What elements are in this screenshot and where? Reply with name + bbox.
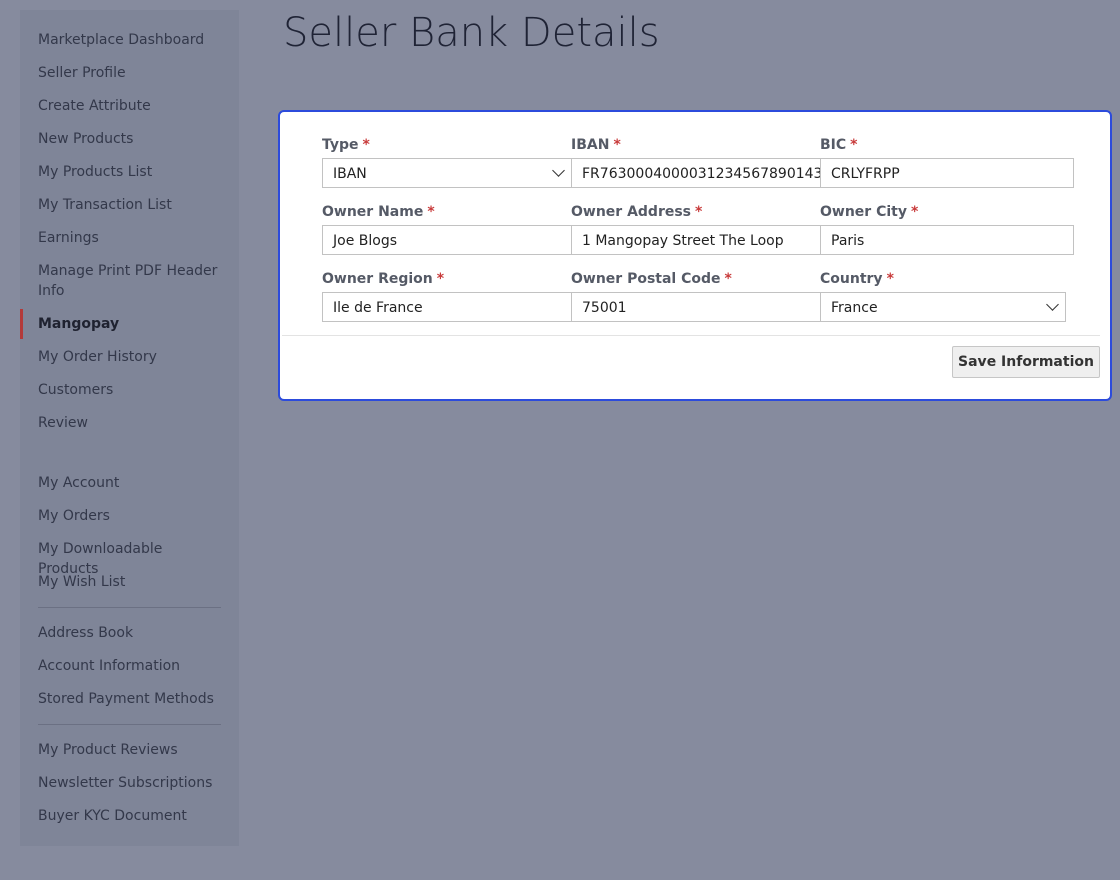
owner-postal-code-field: Owner Postal Code * 75001 [571,270,821,322]
owner-city-input[interactable]: Paris [820,225,1074,255]
sidebar-item-my-orders[interactable]: My Orders [38,506,223,526]
sidebar-item-mangopay[interactable]: Mangopay [38,314,223,334]
sidebar-item-create-attribute[interactable]: Create Attribute [38,96,223,116]
sidebar-item-my-order-history[interactable]: My Order History [38,347,223,367]
type-field: Type * IBAN [322,136,572,188]
sidebar-item-account-information[interactable]: Account Information [38,656,223,676]
owner-name-input[interactable]: Joe Blogs [322,225,572,255]
account-sidebar: Marketplace Dashboard Seller Profile Cre… [20,10,239,846]
sidebar-item-marketplace-dashboard[interactable]: Marketplace Dashboard [38,30,223,50]
sidebar-item-review[interactable]: Review [38,413,223,433]
type-select[interactable]: IBAN [322,158,572,188]
chevron-down-icon [552,164,565,177]
owner-city-label: Owner City * [820,204,919,220]
owner-postal-code-input[interactable]: 75001 [571,292,821,322]
country-field: Country * France [820,270,1066,322]
owner-name-label: Owner Name * [322,204,435,220]
sidebar-item-buyer-kyc-document[interactable]: Buyer KYC Document [38,806,223,826]
sidebar-divider [38,724,221,725]
chevron-down-icon [1046,298,1059,311]
form-actions-divider [282,335,1100,336]
owner-postal-code-label: Owner Postal Code * [571,271,732,287]
iban-input[interactable]: FR7630004000031234567890143 [571,158,821,188]
iban-field: IBAN * FR7630004000031234567890143 [571,136,821,188]
sidebar-item-newsletter-subscriptions[interactable]: Newsletter Subscriptions [38,773,223,793]
sidebar-item-stored-payment-methods[interactable]: Stored Payment Methods [38,689,223,709]
page-title: Seller Bank Details [283,10,660,56]
bic-input[interactable]: CRLYFRPP [820,158,1074,188]
owner-address-label: Owner Address * [571,204,703,220]
bic-field: BIC * CRLYFRPP [820,136,1074,188]
sidebar-item-my-account[interactable]: My Account [38,473,223,493]
country-select[interactable]: France [820,292,1066,322]
save-information-button[interactable]: Save Information [952,346,1100,378]
sidebar-item-my-wish-list[interactable]: My Wish List [38,572,223,592]
iban-label: IBAN * [571,137,621,153]
sidebar-item-seller-profile[interactable]: Seller Profile [38,63,223,83]
sidebar-item-address-book[interactable]: Address Book [38,623,223,643]
owner-region-field: Owner Region * Ile de France [322,270,572,322]
owner-city-field: Owner City * Paris [820,203,1074,255]
owner-region-label: Owner Region * [322,271,445,287]
sidebar-item-earnings[interactable]: Earnings [38,228,223,248]
owner-region-input[interactable]: Ile de France [322,292,572,322]
bic-label: BIC * [820,137,858,153]
sidebar-item-my-transaction-list[interactable]: My Transaction List [38,195,223,215]
owner-address-field: Owner Address * 1 Mangopay Street The Loo… [571,203,821,255]
type-value: IBAN [333,166,367,182]
sidebar-divider [38,607,221,608]
sidebar-item-new-products[interactable]: New Products [38,129,223,149]
country-value: France [831,300,878,316]
type-label: Type * [322,137,370,153]
owner-name-field: Owner Name * Joe Blogs [322,203,572,255]
sidebar-item-my-product-reviews[interactable]: My Product Reviews [38,740,223,760]
country-label: Country * [820,271,894,287]
sidebar-item-my-products-list[interactable]: My Products List [38,162,223,182]
owner-address-input[interactable]: 1 Mangopay Street The Loop [571,225,821,255]
sidebar-item-customers[interactable]: Customers [38,380,223,400]
sidebar-item-manage-print-pdf-header-info[interactable]: Manage Print PDF Header Info [38,261,223,301]
bank-details-form: Type * IBAN IBAN * FR763000400003123456789… [278,110,1112,401]
active-item-marker [20,309,23,339]
